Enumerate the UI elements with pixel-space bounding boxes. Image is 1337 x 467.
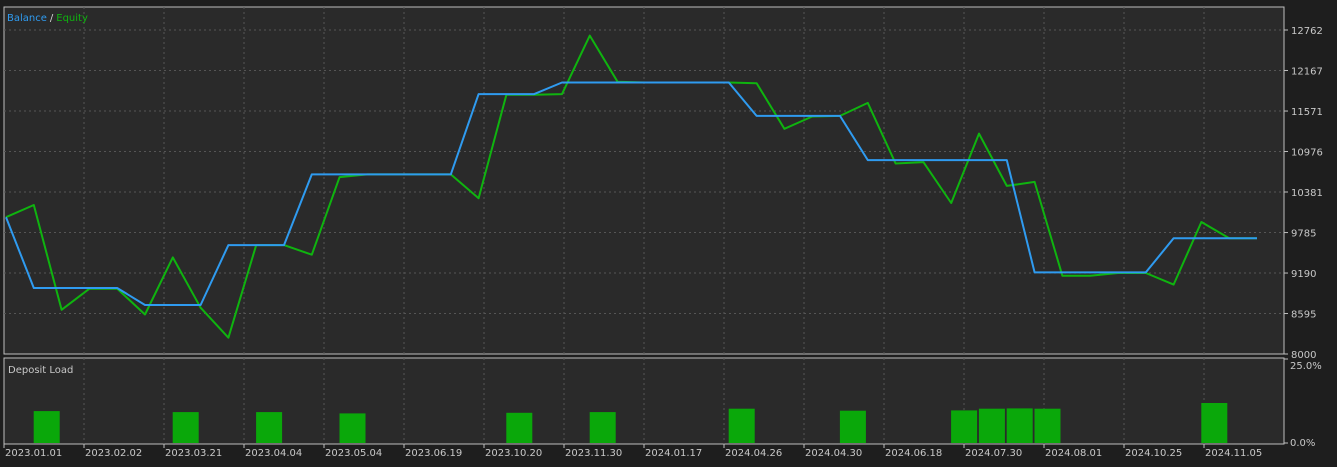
x-tick-label: 2024.10.25	[1125, 448, 1182, 459]
y-tick-label: 0.0%	[1290, 438, 1315, 449]
deposit-load-bar	[33, 411, 60, 443]
x-tick-label: 2024.07.30	[965, 448, 1022, 459]
deposit-load-bar	[339, 413, 366, 443]
x-tick-label: 2023.04.04	[245, 448, 302, 459]
x-tick-label: 2023.01.01	[5, 448, 62, 459]
x-tick-label: 2023.06.19	[405, 448, 462, 459]
y-tick-label: 12762	[1291, 26, 1323, 37]
x-tick-label: 2023.10.20	[485, 448, 542, 459]
x-tick-label: 2024.04.26	[725, 448, 782, 459]
deposit-load-bar	[256, 412, 283, 443]
deposit-load-bar	[172, 412, 199, 443]
deposit-load-bar	[978, 408, 1005, 443]
legend-equity: Equity	[56, 13, 88, 24]
deposit-load-bar	[506, 412, 533, 443]
deposit-load-bar	[839, 410, 866, 443]
y-tick-label: 9190	[1291, 269, 1316, 280]
deposit-load-title: Deposit Load	[8, 365, 73, 376]
deposit-load-bar	[1201, 403, 1228, 443]
x-tick-label: 2023.03.21	[165, 448, 222, 459]
y-tick-label: 9785	[1291, 229, 1316, 240]
x-tick-label: 2024.06.18	[885, 448, 942, 459]
legend-balance: Balance	[7, 13, 47, 24]
deposit-load-bar	[728, 408, 755, 443]
x-tick-label: 2024.08.01	[1045, 448, 1102, 459]
y-tick-label: 8595	[1291, 310, 1316, 321]
x-tick-label: 2024.04.30	[805, 448, 862, 459]
chart-canvas: 12762 12167 11571 10976 10381 9785 9190 8595 800…	[0, 0, 1337, 467]
x-tick-label: 2023.05.04	[325, 448, 382, 459]
deposit-load-bar	[589, 412, 616, 443]
x-tick-label: 2024.11.05	[1205, 448, 1262, 459]
x-tick-label: 2024.01.17	[645, 448, 702, 459]
deposit-load-bar	[1006, 408, 1033, 443]
deposit-load-bar	[951, 410, 978, 443]
y-tick-label: 10976	[1291, 148, 1323, 159]
y-tick-label: 11571	[1291, 107, 1323, 118]
y-tick-label: 25.0%	[1290, 361, 1322, 372]
x-tick-label: 2023.02.02	[85, 448, 142, 459]
y-tick-label: 8000	[1291, 350, 1316, 361]
y-tick-label: 10381	[1291, 188, 1323, 199]
y-tick-label: 12167	[1291, 66, 1323, 77]
main-panel	[3, 6, 1285, 355]
x-tick-label: 2023.11.30	[565, 448, 622, 459]
deposit-load-bar	[1034, 408, 1061, 443]
